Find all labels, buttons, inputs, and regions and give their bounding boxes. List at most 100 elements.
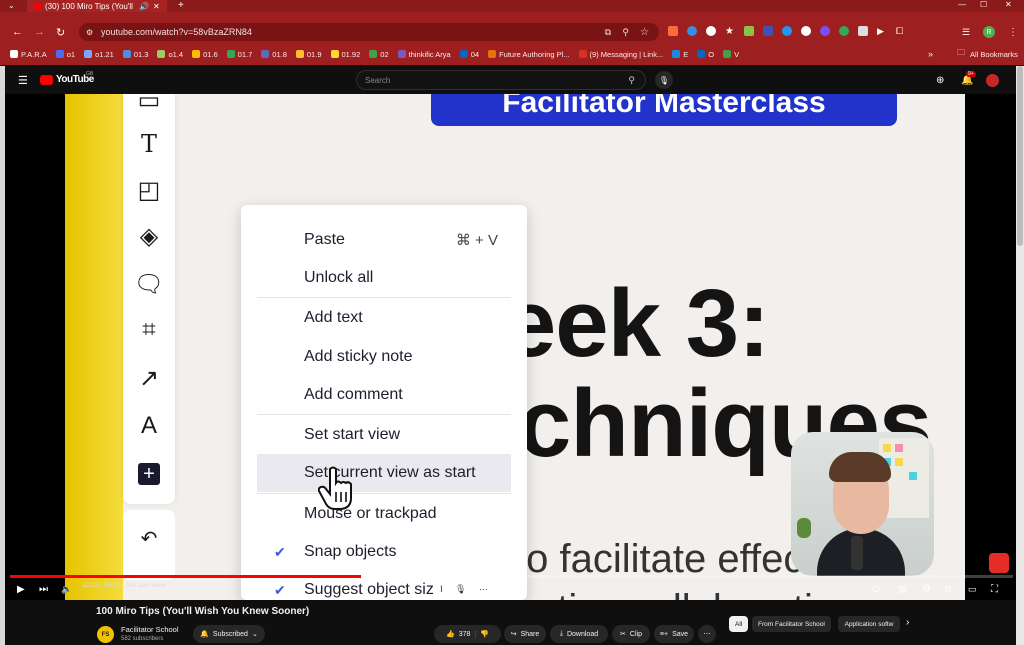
new-tab-icon[interactable]: + [178, 0, 184, 11]
extension-icon[interactable] [801, 26, 811, 36]
text-cursor-icon[interactable]: I [440, 584, 443, 594]
bookmark-item[interactable]: 01.92 [330, 50, 360, 59]
tab-close-icon[interactable]: ✕ [153, 2, 160, 11]
context-menu: Paste ⌘ + V Unlock all Add text Add stick… [241, 205, 527, 600]
all-bookmarks-link[interactable]: All Bookmarks [970, 50, 1018, 59]
browser-tab[interactable]: (30) 100 Miro Tips (You'll Wi 🔊 ✕ [27, 0, 167, 12]
bookmark-label: 01.9 [306, 49, 322, 59]
autoplay-toggle-icon[interactable]: ⏻ [873, 578, 880, 600]
bookmark-star-icon[interactable]: ☆ [640, 27, 649, 38]
bookmark-label: 01.8 [272, 49, 287, 59]
more-actions-button[interactable]: ⋯ [698, 625, 716, 643]
theater-mode-icon[interactable]: ▭ [968, 578, 977, 600]
bookmarks-overflow-icon[interactable]: » [928, 49, 933, 59]
profile-avatar[interactable]: R [983, 26, 995, 38]
create-icon[interactable]: ⊕ [936, 75, 944, 86]
extensions-area: ★ ▶ ⧠ [668, 26, 906, 37]
extension-icon[interactable] [858, 26, 868, 36]
chip-all[interactable]: All [729, 616, 749, 632]
bookmark-item[interactable]: V [723, 50, 739, 59]
like-count: 378 [458, 630, 471, 638]
bookmark-item[interactable]: 04 [459, 50, 479, 59]
extension-icon[interactable]: ★ [725, 26, 735, 37]
share-button[interactable]: ↪ Share [504, 625, 546, 643]
chapter-title[interactable]: Set start view [126, 582, 165, 589]
settings-icon[interactable]: ⚙ [922, 578, 931, 600]
next-icon[interactable]: ⏭ [39, 578, 48, 600]
back-icon[interactable]: ← [12, 26, 23, 38]
bookmark-item[interactable]: 01.8 [261, 50, 287, 59]
like-icon[interactable]: 👍 [446, 630, 455, 638]
zoom-icon[interactable]: ⚲ [622, 27, 629, 38]
save-label: Save [672, 630, 689, 638]
tab-audio-icon[interactable]: 🔊 [139, 2, 149, 11]
fullscreen-icon[interactable]: ⛶ [991, 578, 998, 600]
bookmark-item[interactable]: E [672, 50, 688, 59]
channel-name[interactable]: Facilitator School [121, 625, 179, 634]
bookmark-item[interactable]: o1.21 [84, 50, 114, 59]
reading-list-icon[interactable]: ☰ [962, 27, 970, 38]
bookmark-item[interactable]: thinkific Arya [397, 50, 451, 59]
maximize-icon[interactable]: ☐ [980, 0, 987, 9]
like-dislike-button[interactable]: 👍 378 | 👎 [434, 625, 501, 643]
dislike-icon[interactable]: 👎 [480, 630, 489, 638]
subtitles-icon[interactable]: ▤ [898, 578, 907, 600]
window-close-icon[interactable]: ✕ [1005, 0, 1012, 9]
save-button[interactable]: ≡+ Save [654, 625, 694, 643]
channel-avatar[interactable]: FS [97, 626, 114, 643]
extension-icon[interactable] [820, 26, 830, 36]
account-avatar[interactable] [986, 73, 999, 87]
play-icon[interactable]: ▶ [17, 578, 25, 600]
extension-icon[interactable]: ▶ [877, 26, 887, 36]
more-options-icon[interactable]: ⋯ [479, 584, 488, 595]
extension-icon[interactable] [744, 26, 754, 36]
chips-next-icon[interactable]: › [906, 617, 909, 628]
bookmark-item[interactable]: 01.6 [192, 50, 218, 59]
bookmark-item[interactable]: 01.9 [295, 49, 322, 59]
browser-menu-icon[interactable]: ⋮ [1008, 27, 1018, 38]
bookmark-item[interactable]: 01.3 [122, 50, 148, 59]
guide-menu-icon[interactable]: ☰ [18, 74, 28, 87]
subscribed-button[interactable]: 🔔 Subscribed ⌄ [193, 625, 265, 643]
extension-icon[interactable] [782, 26, 792, 36]
clip-button[interactable]: ✂ Clip [612, 625, 650, 643]
voice-search-icon[interactable]: 🎙 [655, 71, 673, 89]
bookmark-item[interactable]: 02 [369, 50, 389, 59]
reload-icon[interactable]: ↻ [56, 26, 65, 39]
volume-icon[interactable]: 🔈 [61, 578, 72, 600]
bookmark-item[interactable]: O [697, 50, 714, 59]
site-info-icon[interactable]: ⚙ [86, 28, 93, 37]
dictation-mic-icon[interactable]: 🎙 [455, 584, 466, 595]
extension-icon[interactable] [668, 26, 678, 36]
install-icon[interactable]: ⧉ [605, 27, 611, 38]
extension-icon[interactable] [839, 26, 849, 36]
minimize-icon[interactable]: — [958, 0, 966, 9]
subscribe-watermark-icon[interactable] [989, 553, 1009, 573]
youtube-logo-icon[interactable] [40, 75, 53, 85]
bookmark-item[interactable]: o1.4 [157, 50, 183, 59]
video-player[interactable]: Facilitator Masterclass Week 3: Techniqu… [5, 94, 1016, 600]
bookmark-item[interactable]: Future Authoring Pl... [488, 50, 570, 59]
chip-application-software[interactable]: Application softw [838, 616, 900, 632]
extension-icon[interactable] [763, 26, 773, 36]
extension-icon[interactable] [687, 26, 697, 36]
extensions-puzzle-icon[interactable]: ⧠ [896, 26, 906, 36]
crop-frame-icon: ⌗ [142, 316, 156, 343]
download-button[interactable]: ⤓ Download [550, 625, 608, 643]
youtube-region: GB [86, 71, 94, 77]
search-icon[interactable]: ⚲ [628, 75, 635, 86]
tab-menu-icon[interactable]: ⌄ [8, 1, 15, 10]
bookmark-item[interactable]: (9) Messaging | Link... [578, 50, 663, 59]
bookmark-item[interactable]: o1 [55, 50, 75, 59]
chip-from-channel[interactable]: From Facilitator School [752, 616, 831, 632]
youtube-search-input[interactable]: Search ⚲ [356, 70, 646, 90]
url-bar[interactable]: ⚙ youtube.com/watch?v=58vBzaZRN84 ⧉ ⚲ ☆ [79, 23, 659, 41]
bookmark-favicon-icon [488, 50, 497, 58]
bookmark-item[interactable]: 01.7 [226, 50, 252, 59]
menu-item-snap-objects: ✔ Snap objects [241, 533, 527, 571]
page-scrollbar-thumb[interactable] [1017, 66, 1023, 246]
forward-icon[interactable]: → [34, 26, 45, 38]
extension-icon[interactable] [706, 26, 716, 36]
bookmark-item[interactable]: P.A.R.A [10, 50, 47, 59]
miniplayer-icon[interactable]: ⧉ [945, 578, 951, 600]
